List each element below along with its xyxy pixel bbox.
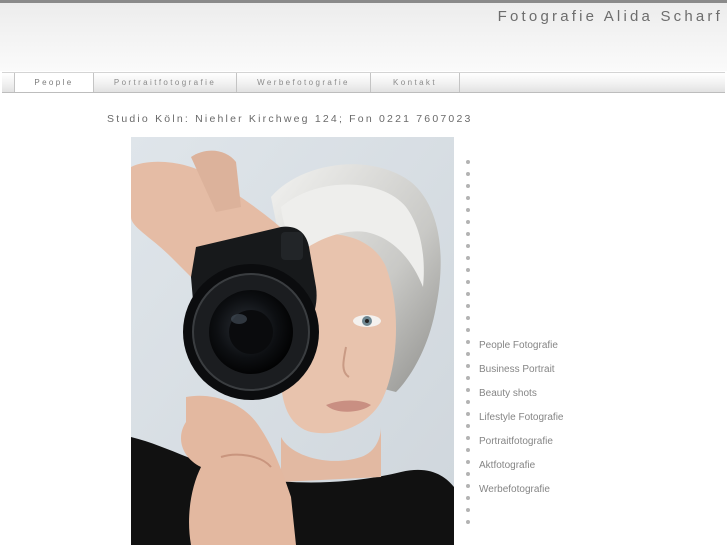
- site-header: Fotografie Alida Scharf: [0, 3, 727, 71]
- bullet-dot: [466, 160, 470, 164]
- tab-portraitfotografie[interactable]: Portraitfotografie: [94, 73, 236, 92]
- studio-address: Studio Köln: Niehler Kirchweg 124; Fon 0…: [107, 113, 473, 125]
- bullet-dot: [466, 184, 470, 188]
- bullet-dot: [466, 220, 470, 224]
- bullet-dot: [466, 424, 470, 428]
- nav-separator: [459, 73, 460, 92]
- link-portraitfotografie[interactable]: Portraitfotografie: [479, 436, 553, 447]
- bullet-dot: [466, 256, 470, 260]
- photographer-with-camera-image: [131, 137, 454, 545]
- bullet-dot: [466, 448, 470, 452]
- main-navigation: People Portraitfotografie Werbefotografi…: [2, 72, 725, 93]
- bullet-dot: [466, 472, 470, 476]
- bullet-dot: [466, 484, 470, 488]
- bullet-dot: [466, 496, 470, 500]
- bullet-dot: [466, 172, 470, 176]
- bullet-dot: [466, 400, 470, 404]
- bullet-dot: [466, 292, 470, 296]
- bullet-dot: [466, 352, 470, 356]
- link-lifestyle-fotografie[interactable]: Lifestyle Fotografie: [479, 412, 564, 423]
- bullet-dot: [466, 268, 470, 272]
- link-beauty-shots[interactable]: Beauty shots: [479, 388, 537, 399]
- site-title: Fotografie Alida Scharf: [497, 8, 723, 25]
- bullet-dot: [466, 508, 470, 512]
- tab-people[interactable]: People: [15, 73, 93, 92]
- link-werbefotografie[interactable]: Werbefotografie: [479, 484, 550, 495]
- portrait-photo: [131, 137, 454, 545]
- bullet-dot: [466, 232, 470, 236]
- bullet-dot: [466, 340, 470, 344]
- link-people-fotografie[interactable]: People Fotografie: [479, 340, 558, 351]
- bullet-dot: [466, 244, 470, 248]
- bullet-dot: [466, 280, 470, 284]
- bullet-dot: [466, 412, 470, 416]
- link-business-portrait[interactable]: Business Portrait: [479, 364, 555, 375]
- tab-werbefotografie[interactable]: Werbefotografie: [237, 73, 370, 92]
- bullet-dot: [466, 364, 470, 368]
- bullet-dot: [466, 436, 470, 440]
- bullet-dot: [466, 208, 470, 212]
- tab-kontakt[interactable]: Kontakt: [371, 73, 459, 92]
- bullet-dot: [466, 520, 470, 524]
- bullet-dot: [466, 388, 470, 392]
- bullet-dot: [466, 196, 470, 200]
- bullet-dot: [466, 376, 470, 380]
- bullet-dot: [466, 304, 470, 308]
- link-aktfotografie[interactable]: Aktfotografie: [479, 460, 535, 471]
- bullet-dot: [466, 328, 470, 332]
- bullet-dot: [466, 316, 470, 320]
- bullet-dot: [466, 460, 470, 464]
